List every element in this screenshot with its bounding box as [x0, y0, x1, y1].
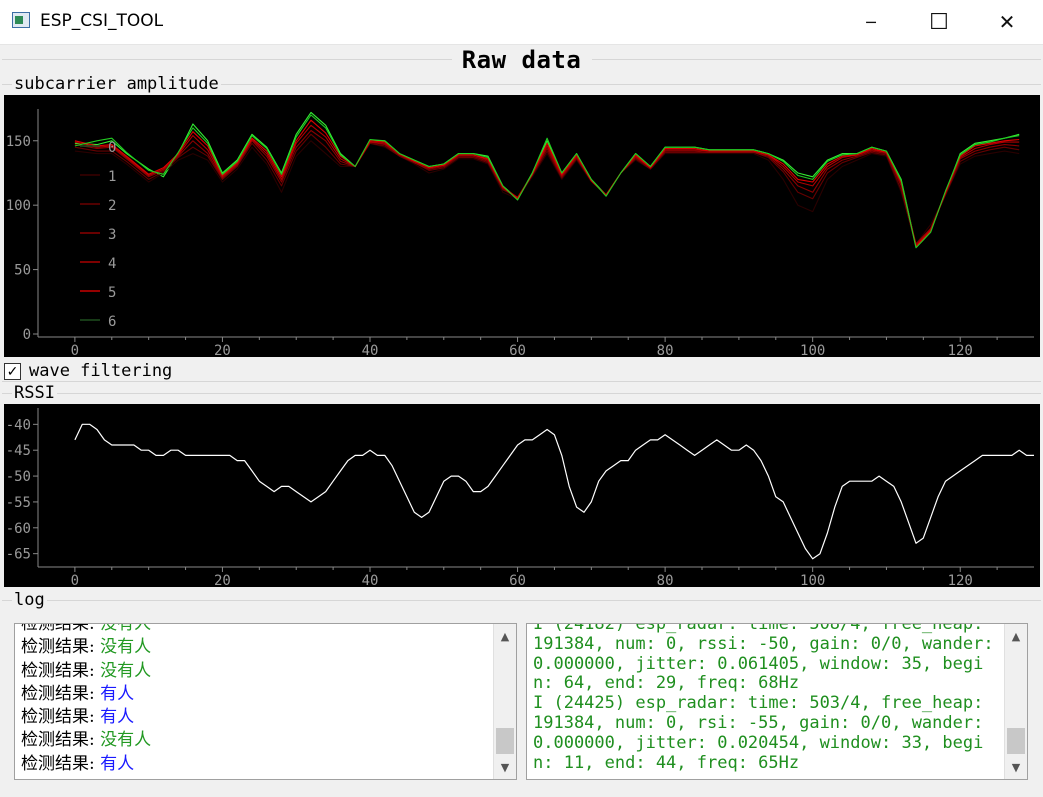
log-group-border [2, 600, 1041, 601]
wave-filtering-label: wave filtering [29, 361, 173, 381]
y-tick-label: -45 [6, 443, 31, 459]
legend-label-1: 1 [108, 169, 116, 185]
y-tick-label: -40 [6, 417, 31, 433]
x-tick-label: 20 [214, 573, 231, 587]
log-line: 检测结果: 没有人 [21, 623, 492, 636]
x-tick-label: 80 [657, 343, 674, 357]
y-tick-label: -60 [6, 521, 31, 537]
log-line-prefix: 检测结果: [21, 623, 101, 634]
log-line-prefix: 检测结果: [21, 753, 101, 774]
log-line-result: 没有人 [100, 730, 152, 751]
rssi-plot[interactable]: 0 20 40 60 80 100 120 -40 -45 -50 -55 -60 -65 [4, 404, 1040, 589]
x-tick-label: 20 [214, 343, 231, 357]
y-tick-label: 150 [6, 134, 31, 150]
heading-divider-left [2, 59, 452, 60]
log-line: 检测结果: 没有人 [21, 636, 492, 659]
log-line: 检测结果: 有人 [21, 753, 492, 776]
radar-log-text: I (24182) esp_radar: time: 508/4, free_h… [533, 623, 994, 773]
wave-filtering-row[interactable]: ✓ wave filtering [4, 360, 172, 382]
legend-label-3: 3 [108, 227, 116, 243]
log-group-label: log [12, 590, 47, 610]
y-tick-label: -65 [6, 547, 31, 563]
app-icon [12, 12, 30, 28]
log-line-prefix: 检测结果: [21, 637, 101, 658]
x-tick-label: 80 [657, 573, 674, 587]
log-line-result: 有人 [100, 753, 135, 774]
legend-label-5: 5 [108, 285, 116, 301]
log-line-result: 没有人 [100, 637, 152, 658]
series-line-1 [74, 140, 1020, 245]
title-bar: ESP_CSI_TOOL ─ ☐ ✕ [0, 0, 1043, 45]
heading-divider-right [592, 59, 1041, 60]
rssi-group-border [2, 393, 1041, 394]
scroll-thumb[interactable] [1007, 728, 1025, 754]
legend-label-2: 2 [108, 198, 116, 214]
amplitude-chart-svg: 0 20 40 60 80 100 120 0 50 100 150 0 1 2 3 4 5 6 [6, 109, 1034, 359]
detection-log-scrollbar[interactable]: ▲ ▼ [493, 624, 516, 779]
x-tick-label: 40 [362, 573, 379, 587]
radar-log-box[interactable]: I (24182) esp_radar: time: 508/4, free_h… [526, 623, 1028, 780]
x-tick-label: 60 [509, 343, 526, 357]
maximize-icon: ☐ [929, 9, 949, 35]
wave-filtering-checkbox[interactable]: ✓ [4, 362, 21, 380]
scroll-up-icon[interactable]: ▲ [1005, 626, 1027, 646]
close-button[interactable]: ✕ [972, 0, 1042, 44]
radar-log-scrollbar[interactable]: ▲ ▼ [1004, 624, 1027, 779]
log-line-prefix: 检测结果: [21, 683, 101, 704]
rssi-chart-svg: 0 20 40 60 80 100 120 -40 -45 -50 -55 -60 -65 [6, 408, 1034, 589]
x-tick-label: 60 [509, 573, 526, 587]
log-line-result: 没有人 [100, 623, 152, 634]
scroll-up-icon[interactable]: ▲ [494, 626, 516, 646]
page-heading: Raw data [461, 46, 582, 74]
scroll-down-icon[interactable]: ▼ [1005, 757, 1027, 777]
log-line-prefix: 检测结果: [21, 660, 101, 681]
x-tick-label: 0 [71, 343, 79, 357]
log-line-result: 没有人 [100, 660, 152, 681]
amplitude-group-label: subcarrier amplitude [12, 74, 221, 94]
minimize-button[interactable]: ─ [836, 0, 906, 44]
log-line-result: 有人 [100, 683, 135, 704]
legend-label-6: 6 [108, 314, 116, 330]
series-line-0 [74, 111, 1020, 247]
log-line-prefix: 检测结果: [21, 730, 101, 751]
y-tick-label: 100 [6, 198, 31, 214]
log-line: 检测结果: 没有人 [21, 660, 492, 683]
close-icon: ✕ [998, 10, 1016, 34]
rssi-group-label: RSSI [12, 383, 57, 403]
y-tick-label: -50 [6, 469, 31, 485]
log-line: 检测结果: 有人 [21, 683, 492, 706]
log-line-result: 有人 [100, 707, 135, 728]
legend-label-0: 0 [108, 140, 116, 156]
y-tick-label: 0 [23, 327, 31, 343]
y-tick-label: 50 [14, 263, 31, 279]
window-title: ESP_CSI_TOOL [40, 11, 164, 31]
x-tick-label: 40 [362, 343, 379, 357]
log-line: 检测结果: 有人 [21, 706, 492, 729]
detection-log-text: 检测结果: 没有人 检测结果: 没有人 检测结果: 没有人 检测结果: 有人 检测结果:… [21, 623, 492, 776]
x-tick-label: 0 [71, 573, 79, 587]
check-icon: ✓ [6, 363, 19, 379]
series-line-6 [74, 114, 1020, 249]
x-tick-label: 100 [800, 573, 825, 587]
minimize-icon: ─ [866, 12, 876, 32]
amplitude-plot[interactable]: 0 20 40 60 80 100 120 0 50 100 150 0 1 2 3 4 5 6 [4, 95, 1040, 359]
series-line-3 [74, 129, 1020, 245]
scroll-down-icon[interactable]: ▼ [494, 757, 516, 777]
rssi-top-divider [2, 381, 1041, 382]
scroll-thumb[interactable] [496, 728, 514, 754]
x-tick-label: 120 [948, 343, 973, 357]
maximize-button[interactable]: ☐ [904, 0, 974, 44]
detection-log-box[interactable]: 检测结果: 没有人 检测结果: 没有人 检测结果: 没有人 检测结果: 有人 检测结果:… [14, 623, 517, 780]
series-line-0 [74, 423, 1034, 560]
x-tick-label: 120 [948, 573, 973, 587]
log-line: 检测结果: 没有人 [21, 729, 492, 752]
y-tick-label: -55 [6, 495, 31, 511]
legend-label-4: 4 [108, 256, 116, 272]
x-tick-label: 100 [800, 343, 825, 357]
log-line-prefix: 检测结果: [21, 707, 101, 728]
